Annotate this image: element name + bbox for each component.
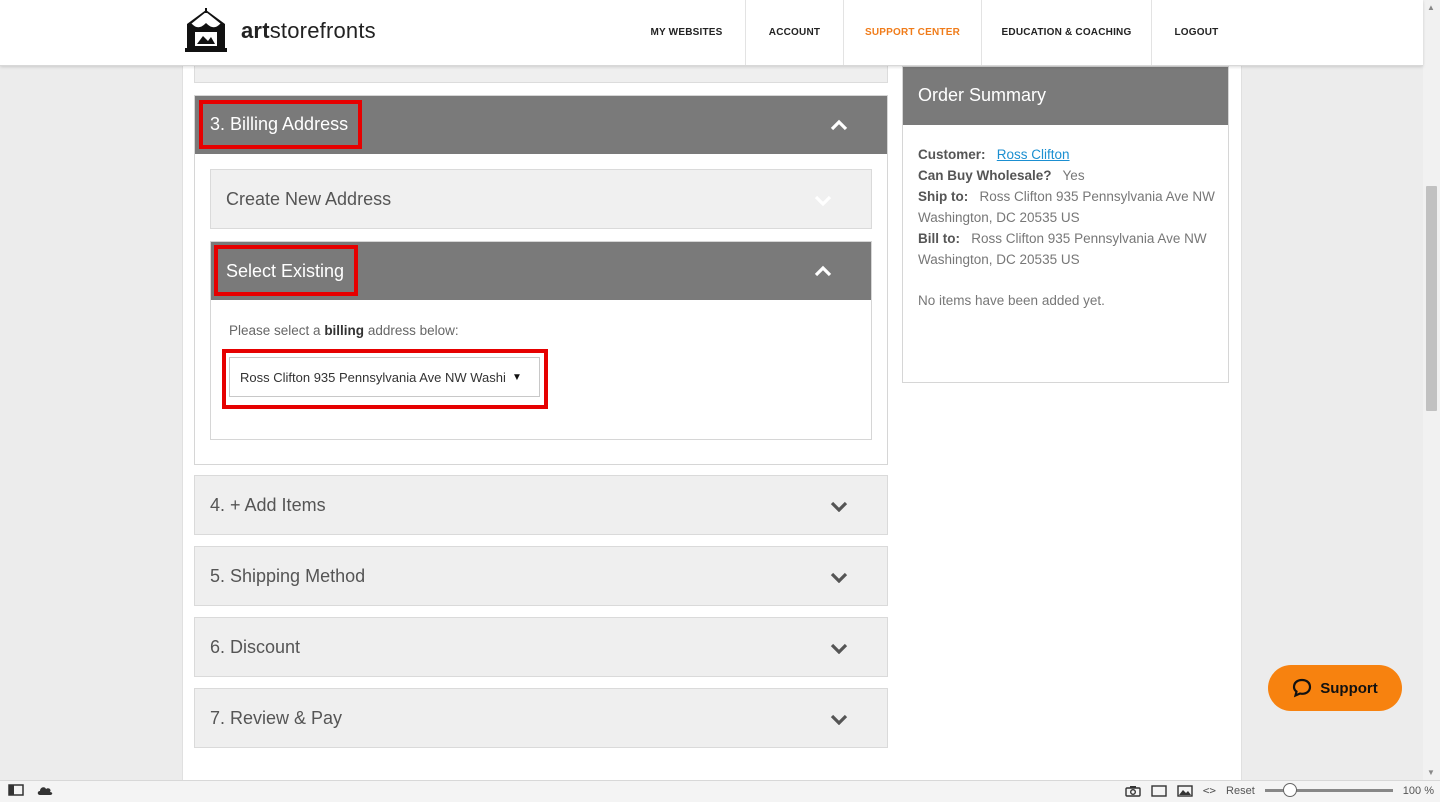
wholesale-line: Can Buy Wholesale? Yes — [918, 168, 1085, 183]
nav-support-center[interactable]: SUPPORT CENTER — [843, 0, 981, 65]
select-existing-panel: Select Existing Please select a billing … — [210, 241, 872, 440]
step-discount[interactable]: 6. Discount — [194, 617, 888, 677]
ship-to-line: Ship to: Ross Clifton 935 Pennsylvania A… — [918, 189, 1215, 225]
zoom-slider[interactable] — [1264, 783, 1393, 797]
step-title: 6. Discount — [210, 637, 301, 657]
scroll-thumb[interactable] — [1426, 186, 1437, 411]
chevron-up-icon[interactable] — [830, 119, 848, 131]
site-header: artstorefronts MY WEBSITES ACCOUNT SUPPO… — [0, 0, 1423, 66]
order-summary-header: Order Summary — [903, 67, 1228, 125]
code-icon[interactable]: <> — [1203, 784, 1216, 797]
customer-line: Customer: Ross Clifton — [918, 147, 1070, 162]
zoom-slider-knob[interactable] — [1282, 783, 1297, 797]
scroll-up-icon[interactable]: ▲ — [1427, 3, 1435, 12]
bill-to-line: Bill to: Ross Clifton 935 Pennsylvania A… — [918, 231, 1207, 267]
status-bar-left — [8, 784, 54, 796]
create-new-address-title: Create New Address — [226, 189, 392, 209]
chevron-up-icon[interactable] — [814, 265, 832, 277]
scroll-down-icon[interactable]: ▼ — [1427, 768, 1435, 777]
brand-logo[interactable]: artstorefronts — [181, 8, 376, 54]
step-title: 7. Review & Pay — [210, 708, 343, 728]
billing-prompt: Please select a billing address below: — [229, 323, 459, 338]
zoom-reset-button[interactable]: Reset — [1226, 785, 1255, 797]
highlight-box — [199, 100, 362, 149]
highlight-box — [222, 349, 548, 409]
step-title: 4. + Add Items — [210, 495, 326, 515]
cloud-icon[interactable] — [36, 784, 54, 796]
step-review-pay[interactable]: 7. Review & Pay — [194, 688, 888, 748]
page-scrollbar[interactable]: ▲ ▼ — [1423, 0, 1440, 780]
chevron-down-icon[interactable] — [830, 500, 848, 512]
step-shipping-method[interactable]: 5. Shipping Method — [194, 546, 888, 606]
zoom-level: 100 % — [1402, 784, 1434, 797]
chevron-down-icon[interactable] — [830, 642, 848, 654]
order-summary-title: Order Summary — [918, 85, 1047, 105]
storefront-logo-icon — [185, 8, 227, 52]
highlight-box — [214, 245, 358, 296]
status-bar-right: <> Reset 100 % — [1125, 783, 1434, 797]
chat-bubble-icon — [1293, 678, 1312, 698]
nav-my-websites[interactable]: MY WEBSITES — [628, 0, 745, 65]
step-title: 5. Shipping Method — [210, 566, 366, 586]
window-icon[interactable] — [1151, 784, 1167, 797]
chevron-down-icon[interactable] — [830, 571, 848, 583]
main-nav: MY WEBSITES ACCOUNT SUPPORT CENTER EDUCA… — [628, 0, 1241, 65]
empty-items-note: No items have been added yet. — [918, 293, 1105, 308]
browser-status-bar: <> Reset 100 % — [0, 780, 1440, 802]
image-icon[interactable] — [1177, 784, 1193, 797]
billing-address-section: 3. Billing Address Create New Address Se… — [194, 95, 888, 465]
customer-link[interactable]: Ross Clifton — [997, 147, 1070, 162]
support-button[interactable]: Support — [1268, 665, 1402, 711]
previous-section-panel — [194, 66, 888, 83]
nav-education-coaching[interactable]: EDUCATION & COACHING — [981, 0, 1151, 65]
nav-account[interactable]: ACCOUNT — [745, 0, 843, 65]
panel-toggle-icon[interactable] — [8, 784, 24, 796]
chevron-down-icon[interactable] — [814, 194, 832, 206]
support-button-label: Support — [1320, 679, 1378, 697]
brand-name: artstorefronts — [241, 18, 376, 43]
create-new-address-panel[interactable]: Create New Address — [210, 169, 872, 229]
chevron-down-icon[interactable] — [830, 713, 848, 725]
step-add-items[interactable]: 4. + Add Items — [194, 475, 888, 535]
nav-logout[interactable]: LOGOUT — [1151, 0, 1241, 65]
order-summary-body: Customer: Ross Clifton Can Buy Wholesale… — [918, 144, 1218, 311]
camera-icon[interactable] — [1125, 785, 1141, 797]
order-summary: Order Summary Customer: Ross Clifton Can… — [902, 66, 1229, 383]
